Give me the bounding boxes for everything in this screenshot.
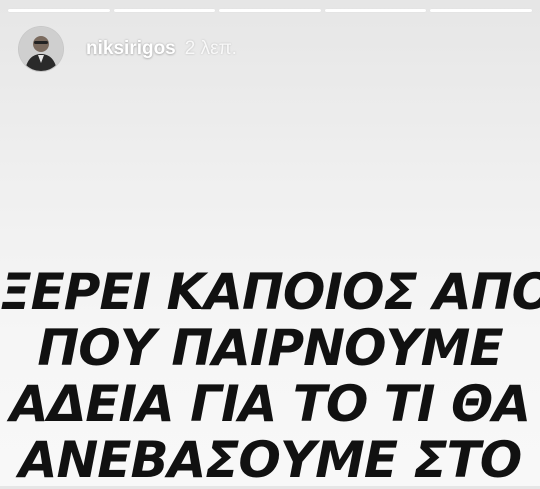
story-progress-bar	[8, 9, 532, 13]
story-header: niksirigos 2 λεπ.	[18, 26, 237, 72]
username[interactable]: niksirigos	[86, 38, 176, 60]
progress-segment	[324, 9, 427, 12]
story-text: ΞΕΡΕΙ ΚΑΠΟΙΟΣ ΑΠΟ ΠΟΥ ΠΑΙΡΝΟΥΜΕ ΑΔΕΙΑ ΓΙ…	[0, 264, 540, 488]
progress-segment	[219, 9, 321, 12]
avatar[interactable]	[18, 26, 64, 72]
post-timestamp: 2 λεπ.	[184, 38, 237, 59]
progress-segment	[8, 9, 110, 12]
story-text-line: ΑΝΕΒΑΣΟΥΜΕ ΣΤΟ	[18, 431, 522, 489]
progress-segment	[430, 9, 532, 12]
story-text-line: ΑΔΕΙΑ ΓΙΑ ΤΟ ΤΙ ΘΑ	[9, 375, 531, 433]
story-text-line: ΠΟΥ ΠΑΙΡΝΟΥΜΕ	[37, 319, 503, 377]
progress-segment	[113, 9, 216, 12]
story-text-line: ΞΕΡΕΙ ΚΑΠΟΙΟΣ ΑΠΟ	[0, 263, 540, 321]
